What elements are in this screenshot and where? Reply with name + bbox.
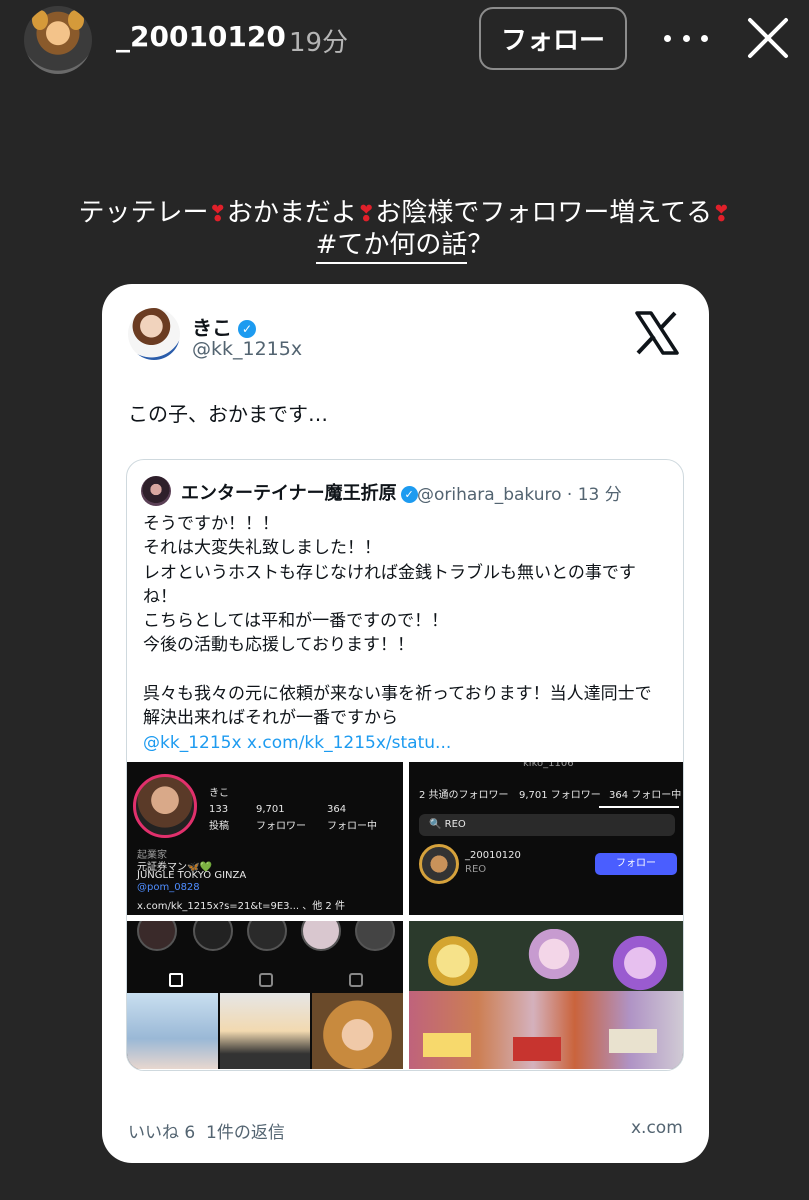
story-caption-line2: #てか何の話？ <box>0 224 809 264</box>
tweet-author-handle[interactable]: @kk_1215x <box>192 338 302 360</box>
x-logo-icon <box>635 311 679 355</box>
media-image-profile[interactable]: きこ 133 9,701 364 投稿 フォロワー フォロー中 起業家 元証券マ… <box>127 762 403 915</box>
quoted-author-name[interactable]: エンターテイナー魔王折原 ✓ <box>181 479 418 505</box>
tweet-author-name[interactable]: きこ ✓ <box>192 312 256 341</box>
quoted-author-meta: @orihara_bakuro · 13 分 <box>417 485 622 505</box>
story-time: 19分 <box>289 28 349 58</box>
quoted-tweet-link[interactable]: @kk_1215x x.com/kk_1215x/statu... <box>143 731 673 755</box>
source-link[interactable]: x.com <box>631 1118 683 1138</box>
follow-button[interactable]: フォロー <box>479 7 627 70</box>
hashtag-link[interactable]: #てか何の話 <box>315 230 468 264</box>
verified-badge-icon: ✓ <box>400 486 418 503</box>
quoted-tweet[interactable]: エンターテイナー魔王折原 ✓ @orihara_bakuro · 13 分 そうで… <box>126 459 684 1071</box>
tweet-card[interactable]: きこ ✓ @kk_1215x この子、おかまです… エンターテイナー魔王折原 ✓ @… <box>102 284 709 1163</box>
tweet-text: この子、おかまです… <box>128 402 328 426</box>
close-icon[interactable] <box>746 16 790 60</box>
quoted-author-avatar[interactable] <box>141 476 171 506</box>
replies-count[interactable]: 1件の返信 <box>206 1123 285 1143</box>
more-options-icon[interactable] <box>664 18 708 58</box>
avatar[interactable] <box>24 6 92 74</box>
media-image-following[interactable]: kiko_1106 2 共通のフォロワー 9,701 フォロワー 364 フォロ… <box>409 762 683 915</box>
media-image-grid[interactable] <box>127 921 403 1069</box>
tweet-stats: いいね 6 1件の返信 <box>128 1118 285 1143</box>
quoted-media-grid: きこ 133 9,701 364 投稿 フォロワー フォロー中 起業家 元証券マ… <box>127 762 683 1070</box>
verified-badge-icon: ✓ <box>238 320 256 338</box>
quoted-tweet-text: そうですか！！！ それは大変失礼致しました！！ レオというホストも存じなければ金… <box>143 512 673 755</box>
story-header: _20010120 19分 フォロー <box>0 0 809 80</box>
media-image-flowers[interactable] <box>409 921 683 1069</box>
story-username[interactable]: _20010120 <box>116 20 286 53</box>
likes-count[interactable]: いいね 6 <box>128 1123 195 1143</box>
tweet-author-avatar[interactable] <box>128 308 180 360</box>
